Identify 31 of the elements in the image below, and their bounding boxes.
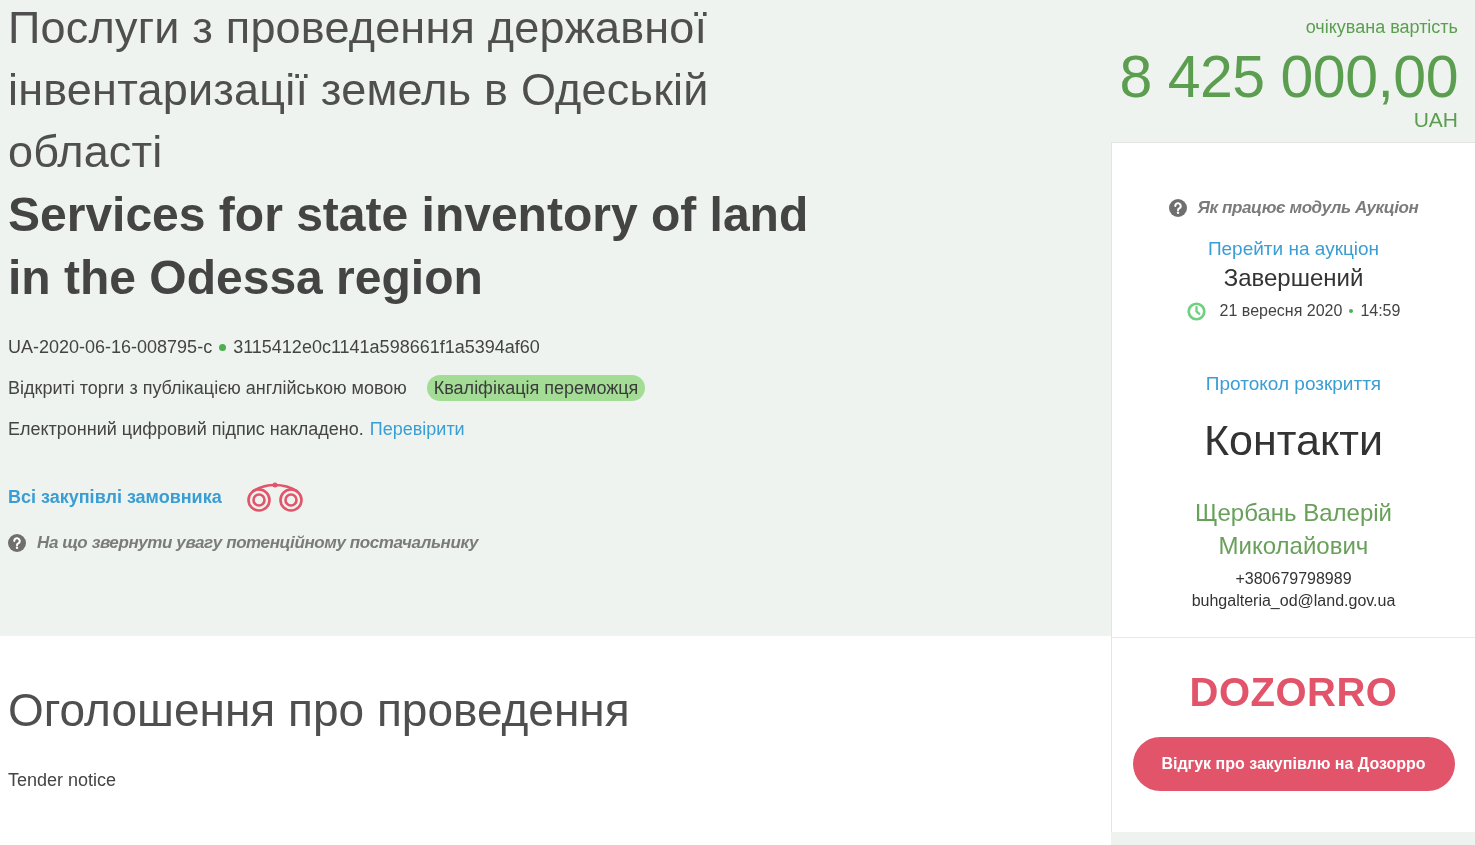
clock-icon (1186, 301, 1206, 321)
buyer-purchases-link[interactable]: Всі закупівлі замовника (8, 485, 222, 509)
tender-hash: 3115412e0c1141a598661f1a5394af60 (233, 336, 540, 359)
status-badge: Кваліфікація переможця (426, 375, 646, 401)
protocol-link[interactable]: Протокол розкриття (1205, 371, 1382, 397)
auction-link[interactable]: Перейти на аукціон (1207, 236, 1380, 262)
signature-text: Електронний цифровий підпис накладено. (8, 418, 364, 441)
feedback-button[interactable]: Відгук про закупівлю на Дозорро (1132, 737, 1455, 791)
auction-date: 21 вересня 2020 (1219, 301, 1343, 321)
auction-help-link[interactable]: Як працює модуль Аукціон (1197, 196, 1419, 220)
tender-title: Послуги з проведення державної інвентаризації земель в Одеській області (8, 1, 710, 179)
auction-status: Завершений (1223, 263, 1364, 293)
procedure-type: Відкриті торги з публікацією англійською мовою (8, 377, 407, 400)
help-icon (1168, 199, 1187, 217)
help-icon (8, 534, 26, 552)
contact-email: buhgalteria_od@land.gov.ua (1191, 591, 1396, 611)
contact-phone: +380679798989 (1235, 569, 1352, 589)
brand-logo: DOZORRO (1189, 669, 1398, 716)
price-label: очікувана вартість (1305, 16, 1458, 39)
section-subheading: Tender notice (8, 769, 117, 792)
binoculars-icon (245, 482, 304, 512)
contact-name: Щербань Валерій Миколайович (1194, 498, 1393, 561)
tender-title-english: Services for state inventory of land in the Odessa region (8, 187, 810, 306)
contacts-heading: Контакти (1204, 415, 1383, 466)
section-heading: Оголошення про проведення (8, 683, 630, 738)
verify-link[interactable]: Перевірити (369, 417, 465, 441)
tender-id: UA-2020-06-16-008795-c (8, 336, 213, 359)
separator-dot-icon (219, 343, 227, 351)
separator-dot-icon (1349, 309, 1354, 313)
auction-time: 14:59 (1360, 301, 1401, 321)
supplier-hint-link[interactable]: На що звернути увагу потенційному постачальнику (37, 531, 478, 555)
